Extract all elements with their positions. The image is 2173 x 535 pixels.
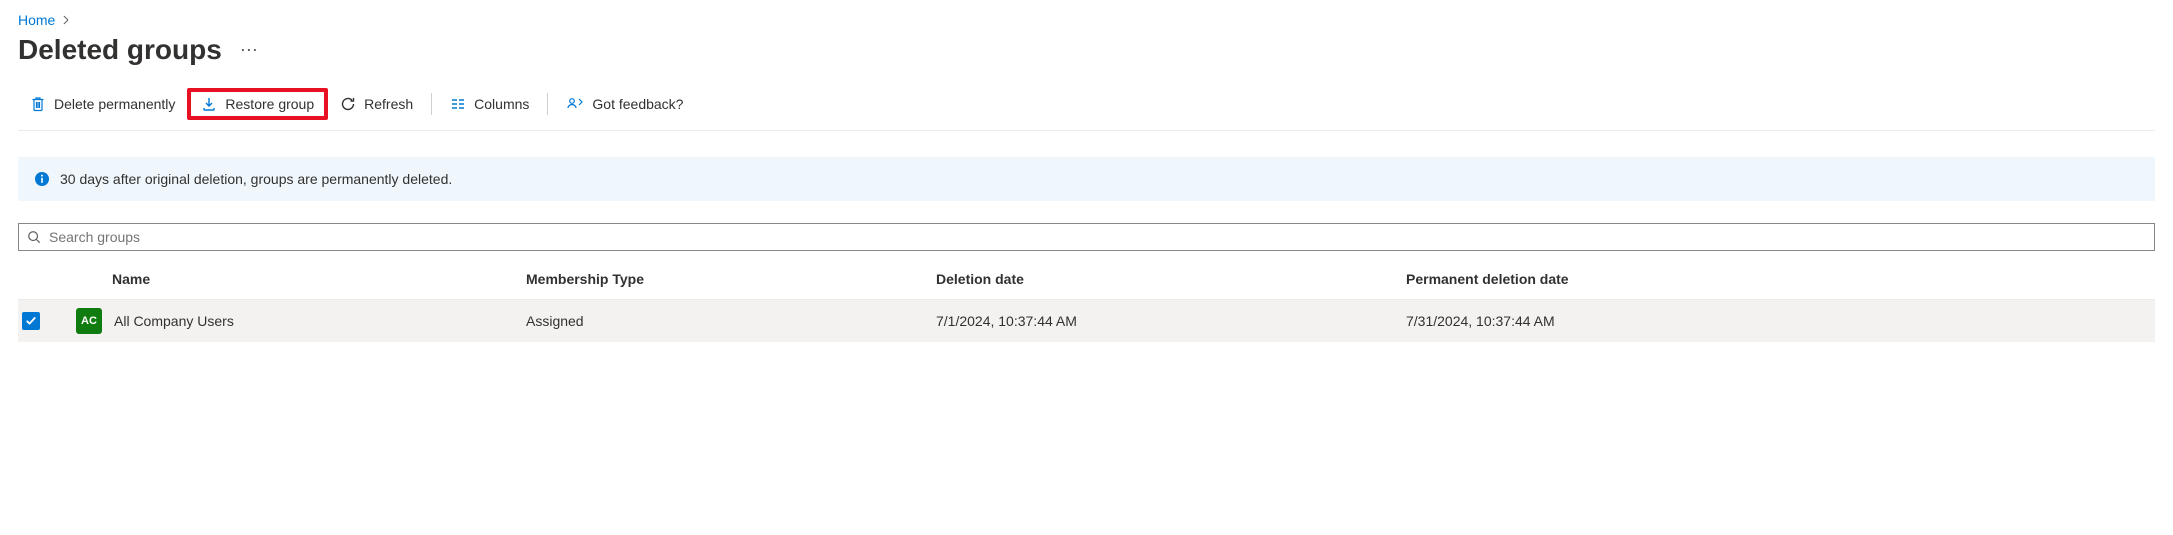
- delete-permanently-label: Delete permanently: [54, 96, 175, 112]
- page-title: Deleted groups: [18, 34, 222, 66]
- more-actions-button[interactable]: ⋯: [240, 40, 260, 61]
- command-bar: Delete permanently Restore group Refresh…: [18, 82, 2155, 131]
- refresh-button[interactable]: Refresh: [328, 92, 425, 116]
- restore-group-button[interactable]: Restore group: [197, 94, 318, 114]
- groups-table: Name Membership Type Deletion date Perma…: [18, 259, 2155, 342]
- toolbar-separator: [431, 93, 432, 115]
- restore-group-highlight: Restore group: [187, 88, 328, 120]
- info-icon: [34, 171, 50, 187]
- info-bar: 30 days after original deletion, groups …: [18, 157, 2155, 201]
- cell-deletion-date: 7/1/2024, 10:37:44 AM: [928, 311, 1398, 331]
- columns-icon: [450, 96, 466, 112]
- search-icon: [27, 230, 41, 244]
- refresh-label: Refresh: [364, 96, 413, 112]
- col-permanent-deletion-date[interactable]: Permanent deletion date: [1398, 269, 2155, 289]
- toolbar-separator: [547, 93, 548, 115]
- search-groups-field[interactable]: [18, 223, 2155, 251]
- table-header-row: Name Membership Type Deletion date Perma…: [18, 259, 2155, 300]
- row-checkbox[interactable]: [22, 312, 40, 330]
- breadcrumb: Home: [18, 12, 2155, 28]
- feedback-label: Got feedback?: [592, 96, 683, 112]
- group-name[interactable]: All Company Users: [114, 313, 234, 329]
- feedback-icon: [566, 96, 584, 112]
- cell-permanent-deletion-date: 7/31/2024, 10:37:44 AM: [1398, 311, 2155, 331]
- col-membership-type[interactable]: Membership Type: [518, 269, 928, 289]
- trash-icon: [30, 96, 46, 112]
- breadcrumb-home-link[interactable]: Home: [18, 12, 55, 28]
- feedback-button[interactable]: Got feedback?: [554, 92, 695, 116]
- info-message: 30 days after original deletion, groups …: [60, 171, 452, 187]
- group-avatar: AC: [76, 308, 102, 334]
- col-name[interactable]: Name: [68, 269, 518, 289]
- delete-permanently-button[interactable]: Delete permanently: [18, 92, 187, 116]
- columns-label: Columns: [474, 96, 529, 112]
- col-deletion-date[interactable]: Deletion date: [928, 269, 1398, 289]
- table-row[interactable]: AC All Company Users Assigned 7/1/2024, …: [18, 300, 2155, 342]
- download-icon: [201, 96, 217, 112]
- chevron-right-icon: [61, 12, 71, 28]
- search-input[interactable]: [47, 228, 2146, 246]
- cell-membership-type: Assigned: [518, 311, 928, 331]
- columns-button[interactable]: Columns: [438, 92, 541, 116]
- refresh-icon: [340, 96, 356, 112]
- restore-group-label: Restore group: [225, 96, 314, 112]
